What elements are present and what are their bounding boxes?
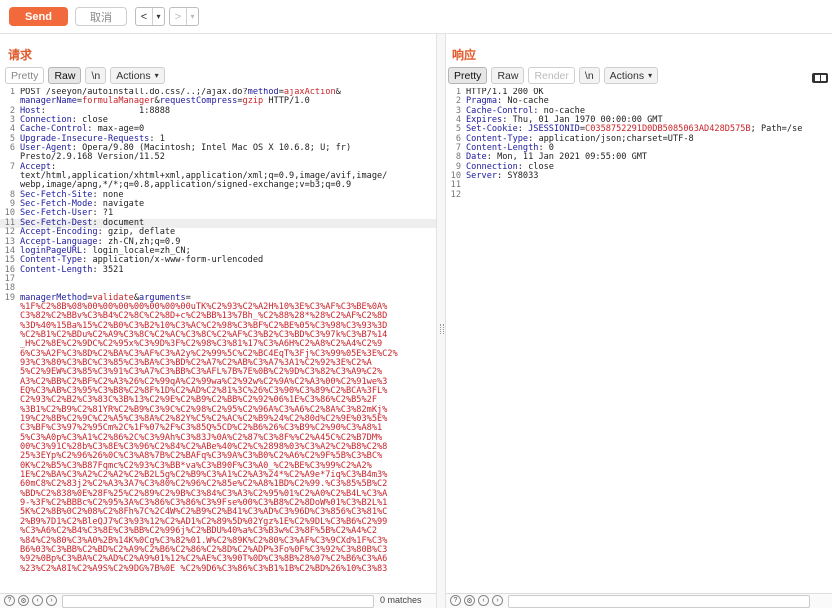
prev-match-icon[interactable]: ‹ [478, 595, 489, 606]
search-input[interactable] [62, 595, 374, 608]
cancel-button[interactable]: 取消 [75, 7, 127, 26]
next-match-icon[interactable]: › [46, 595, 57, 606]
chevron-down-icon: ▾ [154, 71, 159, 80]
main-toolbar: Send 取消 < ▾ > ▾ [0, 0, 832, 34]
actions-label: Actions [609, 69, 645, 82]
response-editor[interactable]: 1 HTTP/1.1 200 OK 2 Pragma: No-cache 3 Cach… [446, 88, 832, 593]
pane-splitter[interactable] [436, 34, 446, 608]
request-title: 请求 [8, 48, 33, 62]
help-icon[interactable]: ? [4, 595, 15, 606]
tab-pretty[interactable]: Pretty [5, 67, 45, 84]
request-search-bar: ? ⚙ ‹ › 0 matches [0, 593, 436, 608]
actions-label: Actions [116, 69, 151, 82]
actions-menu[interactable]: Actions ▾ [603, 67, 659, 84]
chevron-down-icon[interactable]: ▾ [152, 8, 164, 25]
response-search-bar: ? ⚙ ‹ › [446, 593, 832, 608]
tab-raw[interactable]: Raw [491, 67, 525, 84]
payload-lines: %1F%C2%8B%08%00%00%00%00%00%00%00uTK%C2%… [20, 302, 436, 574]
settings-icon[interactable]: ⚙ [464, 595, 475, 606]
tab-raw[interactable]: Raw [48, 67, 82, 84]
editor-line: 10 Server: SY8033 [450, 171, 539, 182]
next-match-icon[interactable]: › [492, 595, 503, 606]
tab-render[interactable]: Render [528, 67, 575, 84]
help-icon[interactable]: ? [450, 595, 461, 606]
actions-menu[interactable]: Actions ▾ [110, 67, 165, 84]
editor-line: 17 [4, 273, 15, 284]
newline-toggle[interactable]: \n [85, 67, 107, 84]
forward-arrow-icon[interactable]: > [170, 8, 186, 25]
editor-line: 11 [450, 180, 461, 191]
layout-toggle-icon[interactable] [812, 73, 828, 83]
search-input[interactable] [508, 595, 810, 608]
prev-match-icon[interactable]: ‹ [32, 595, 43, 606]
response-view-tabs: Pretty Raw Render \n Actions ▾ [448, 67, 659, 85]
request-body-payload: %1F%C2%8B%08%00%00%00%00%00%00%00uTK%C2%… [0, 302, 436, 593]
request-view-tabs: Pretty Raw \n Actions ▾ [5, 67, 165, 85]
chevron-down-icon: ▾ [648, 71, 653, 80]
editor-line: 12 [450, 189, 461, 200]
tab-pretty[interactable]: Pretty [448, 67, 488, 84]
payload-line: %23%C2%A8I%C2%A9S%C2%9DG%7B%0E %C2%9D6%C… [20, 563, 388, 574]
request-pane: 请求 Pretty Raw \n Actions ▾ 1 POST /seeyon/… [0, 34, 436, 608]
match-count: 0 matches [380, 595, 422, 605]
chevron-down-icon[interactable]: ▾ [186, 8, 198, 25]
editor-line: Presto/2.9.168 Version/11.52 [20, 152, 165, 163]
back-nav[interactable]: < ▾ [135, 7, 165, 26]
response-pane: 响应 Pretty Raw Render \n Actions ▾ 1 HTTP/1… [446, 34, 832, 608]
editor-line: 16 Content-Length: 3521 [4, 264, 124, 275]
back-arrow-icon[interactable]: < [136, 8, 152, 25]
newline-toggle[interactable]: \n [578, 67, 600, 84]
forward-nav[interactable]: > ▾ [169, 7, 199, 26]
splitter-grip-icon[interactable] [440, 324, 444, 334]
settings-icon[interactable]: ⚙ [18, 595, 29, 606]
response-title: 响应 [452, 48, 477, 62]
request-editor[interactable]: 1 POST /seeyon/autoinstall.do.css/..;/aja… [0, 88, 436, 593]
send-button[interactable]: Send [9, 7, 68, 26]
